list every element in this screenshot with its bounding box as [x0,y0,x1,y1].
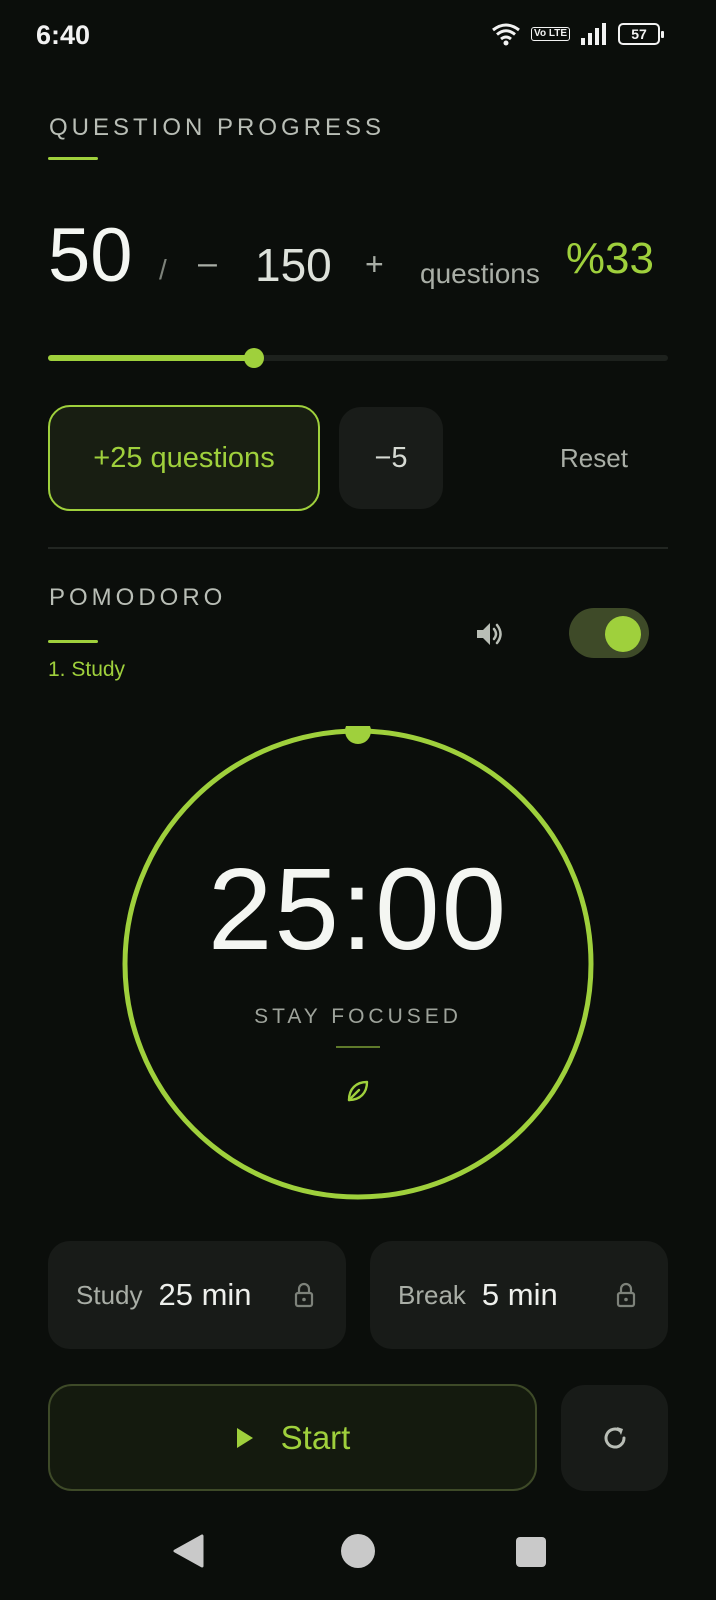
study-card-value: 25 min [158,1277,252,1312]
nav-home-icon[interactable] [341,1534,375,1568]
speaker-icon[interactable] [474,618,506,650]
add-25-questions-button[interactable]: +25 questions [48,405,320,511]
status-time: 6:40 [36,20,91,50]
leaf-icon [347,1080,369,1102]
focus-subtitle: STAY FOCUSED [254,1005,462,1028]
timer-ring-handle[interactable] [345,726,371,744]
questions-unit-label: questions [420,258,540,289]
sound-toggle[interactable] [569,608,649,658]
progress-slider-fill [48,355,254,361]
restart-icon [604,1427,625,1449]
question-progress-underline [48,157,98,160]
decrease-total-button[interactable]: – [198,244,217,283]
nav-recents-icon[interactable] [516,1537,546,1567]
break-card-value: 5 min [481,1277,558,1312]
volte-icon: Vo LTE [531,27,570,41]
completed-count: 50 [48,213,133,298]
increase-total-button[interactable]: + [365,246,384,283]
pomodoro-underline [48,640,98,643]
wifi-icon [492,23,520,46]
progress-slider-thumb[interactable] [244,348,264,368]
section-divider [48,547,668,549]
restart-button[interactable] [561,1385,668,1491]
start-button-label: Start [280,1418,351,1456]
focus-divider [336,1046,380,1048]
timer-display: 25:00 [207,844,509,974]
progress-percent: %33 [565,234,654,283]
total-count[interactable]: 150 [255,238,332,292]
phase-label: 1. Study [48,658,126,681]
lock-icon [294,1282,314,1308]
battery-icon: 57 [618,23,664,45]
play-icon [236,1427,253,1448]
nav-back-icon[interactable] [172,1534,204,1568]
status-icons: Vo LTE 57 [491,22,664,46]
break-card-label: Break [398,1279,466,1310]
count-separator: / [159,254,167,285]
reset-button[interactable]: Reset [560,443,628,474]
study-duration-card[interactable]: Study 25 min [48,1241,346,1349]
minus-5-button[interactable]: −5 [339,407,443,509]
break-duration-card[interactable]: Break 5 min [370,1241,668,1349]
start-button[interactable]: Start [48,1384,537,1491]
toggle-knob [605,616,641,652]
question-progress-title: QUESTION PROGRESS [49,114,386,141]
signal-icon [581,23,606,45]
pomodoro-title: POMODORO [49,584,227,611]
study-card-label: Study [76,1279,143,1310]
lock-icon [616,1282,636,1308]
